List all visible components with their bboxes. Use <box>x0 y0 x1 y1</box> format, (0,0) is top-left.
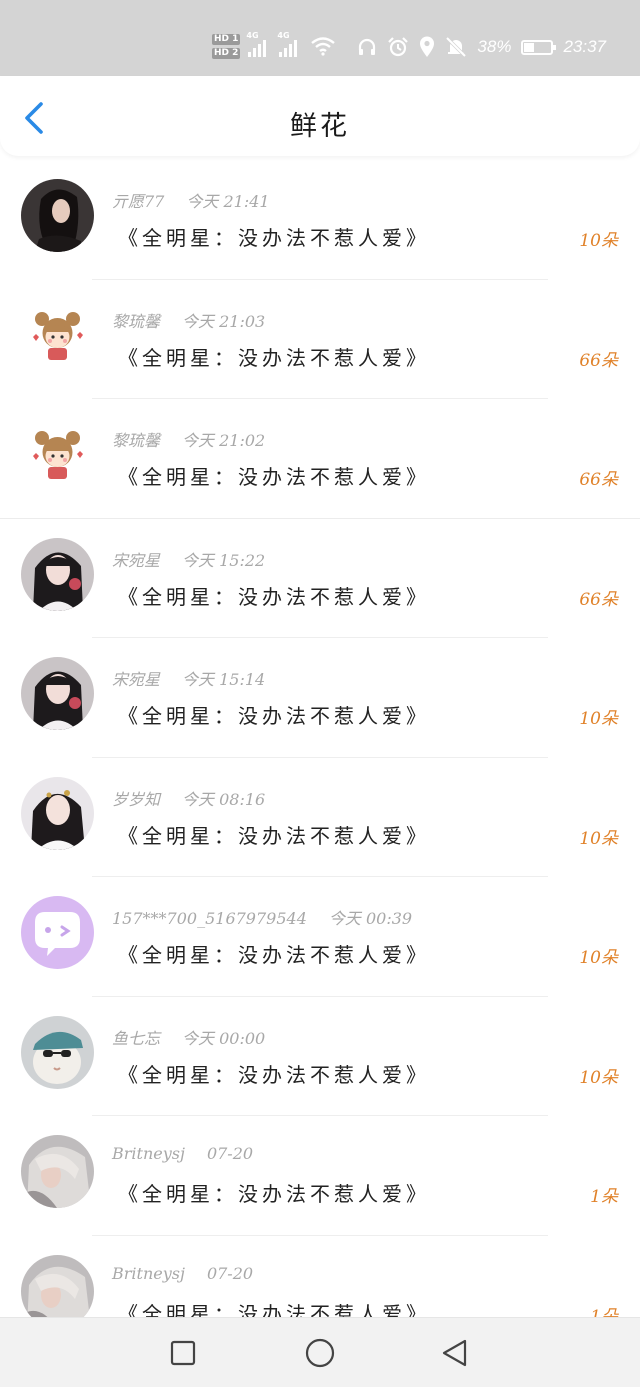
hd-badge-2: HD 2 <box>212 47 241 59</box>
flower-count: 10朵 <box>579 709 618 729</box>
status-bar: HD 1 HD 2 4G 4G 38% 23:37 <box>0 0 640 76</box>
gift-name: 《全明星：没办法不惹人爱》 <box>118 1062 430 1087</box>
gift-name: 《全明星：没办法不惹人爱》 <box>118 704 430 728</box>
user-name[interactable]: 宋宛星 <box>112 551 160 570</box>
gift-name: 《全明星：没办法不惹人爱》 <box>118 1182 430 1206</box>
avatar-cartoon-girl[interactable] <box>21 298 94 372</box>
item-meta: 黎琉馨 今天 21:02 <box>112 427 265 451</box>
list-item[interactable]: 黎琉馨 今天 21:03 《全明星：没办法不惹人爱》 66朵 <box>0 280 640 399</box>
item-meta: 宋宛星 今天 15:14 <box>112 666 265 690</box>
back-triangle-icon <box>442 1339 467 1367</box>
home-icon <box>305 1338 335 1368</box>
battery-fill <box>524 42 535 52</box>
page-title: 鲜花 <box>290 111 350 142</box>
flower-gift-list: 亓愿77 今天 21:41 《全明星：没办法不惹人爱》 10朵 黎琉馨 今天 21:… <box>0 160 640 1355</box>
timestamp: 今天 08:16 <box>182 789 266 809</box>
avatar-default-chat-avatar[interactable] <box>21 896 94 969</box>
list-item[interactable]: 黎琉馨 今天 21:02 《全明星：没办法不惹人爱》 66朵 <box>0 399 640 519</box>
gift-name: 《全明星：没办法不惹人爱》 <box>118 584 430 609</box>
user-name[interactable]: 157***700_5167979544 <box>112 909 307 928</box>
flower-count: 66朵 <box>579 350 618 371</box>
flower-count: 1朵 <box>590 1187 618 1207</box>
flower-count: 10朵 <box>579 828 618 849</box>
list-item[interactable]: 岁岁知 今天 08:16 《全明星：没办法不惹人爱》 10朵 <box>0 758 640 877</box>
user-name[interactable]: 亓愿77 <box>112 192 164 211</box>
avatar-dark-hair-portrait[interactable] <box>21 179 94 252</box>
system-nav-bar <box>0 1317 640 1387</box>
item-meta: 157***700_5167979544 今天 00:39 <box>112 905 412 929</box>
user-name[interactable]: 鱼七忘 <box>112 1029 160 1048</box>
avatar-girl-portrait[interactable] <box>21 657 94 730</box>
gift-name: 《全明星：没办法不惹人爱》 <box>118 345 430 370</box>
flower-count: 10朵 <box>579 231 618 251</box>
item-meta: Britneysj 07-20 <box>112 1144 253 1163</box>
list-item[interactable]: 鱼七忘 今天 00:00 《全明星：没办法不惹人爱》 10朵 <box>0 997 640 1116</box>
location-icon <box>420 36 435 57</box>
gift-name: 《全明星：没办法不惹人爱》 <box>118 226 430 250</box>
timestamp: 今天 21:03 <box>182 311 266 331</box>
flower-count: 10朵 <box>579 1067 618 1088</box>
timestamp: 今天 15:22 <box>182 550 266 570</box>
timestamp: 07-20 <box>206 1144 254 1163</box>
signal-tag-1: 4G <box>246 31 259 40</box>
hd-badges: HD 1 HD 2 <box>212 33 241 59</box>
list-item[interactable]: Britneysj 07-20 《全明星：没办法不惹人爱》 1朵 <box>0 1116 640 1236</box>
user-name[interactable]: 岁岁知 <box>112 790 160 809</box>
item-meta: Britneysj 07-20 <box>112 1264 253 1283</box>
item-meta: 岁岁知 今天 08:16 <box>112 786 265 810</box>
status-right: 38% 23:37 <box>357 34 606 60</box>
timestamp: 今天 00:39 <box>328 909 413 928</box>
timestamp: 今天 00:00 <box>182 1028 266 1048</box>
timestamp: 今天 21:02 <box>182 431 266 450</box>
avatar-silver-hair-portrait[interactable] <box>21 1135 94 1208</box>
item-meta: 黎琉馨 今天 21:03 <box>112 308 265 332</box>
home-button[interactable] <box>303 1336 337 1370</box>
recent-apps-button[interactable] <box>166 1336 200 1370</box>
avatar-cartoon-girl[interactable] <box>21 418 94 491</box>
avatar-cat-with-cap[interactable] <box>21 1015 94 1089</box>
header: 鲜花 <box>0 76 640 156</box>
signal-icon: 4G <box>246 31 271 57</box>
item-meta: 亓愿77 今天 21:41 <box>112 188 270 212</box>
avatar-hanfu-portrait[interactable] <box>21 776 94 850</box>
user-name[interactable]: 宋宛星 <box>112 670 160 689</box>
user-name[interactable]: Britneysj <box>112 1144 185 1163</box>
clock: 23:37 <box>563 37 606 56</box>
avatar-girl-portrait[interactable] <box>21 537 94 611</box>
gift-name: 《全明星：没办法不惹人爱》 <box>118 823 430 848</box>
signal-icon: 4G <box>277 31 302 57</box>
timestamp: 今天 15:14 <box>182 670 266 689</box>
gift-name: 《全明星：没办法不惹人爱》 <box>118 943 430 967</box>
item-meta: 鱼七忘 今天 00:00 <box>112 1025 265 1049</box>
list-item[interactable]: 157***700_5167979544 今天 00:39 《全明星：没办法不惹人… <box>0 877 640 997</box>
list-item[interactable]: 宋宛星 今天 15:22 《全明星：没办法不惹人爱》 66朵 <box>0 519 640 638</box>
alarm-icon <box>388 37 409 57</box>
flower-count: 66朵 <box>579 470 618 490</box>
headphones-icon <box>359 38 376 55</box>
list-item[interactable]: 宋宛星 今天 15:14 《全明星：没办法不惹人爱》 10朵 <box>0 638 640 758</box>
mute-bell-icon <box>446 36 467 58</box>
signal-tag-2: 4G <box>277 31 290 40</box>
battery-percent: 38% <box>477 37 512 56</box>
hd-badge-1: HD 1 <box>212 33 241 45</box>
flower-count: 10朵 <box>579 948 618 968</box>
status-left: HD 1 HD 2 4G 4G <box>212 26 336 66</box>
system-back-button[interactable] <box>438 1336 472 1370</box>
timestamp: 07-20 <box>206 1263 254 1283</box>
battery-icon <box>521 39 557 55</box>
recent-apps-icon <box>170 1340 196 1366</box>
flower-count: 66朵 <box>579 589 618 610</box>
list-item[interactable]: 亓愿77 今天 21:41 《全明星：没办法不惹人爱》 10朵 <box>0 160 640 280</box>
timestamp: 今天 21:41 <box>186 192 270 211</box>
wifi-icon <box>311 37 336 56</box>
item-meta: 宋宛星 今天 15:22 <box>112 547 265 571</box>
gift-name: 《全明星：没办法不惹人爱》 <box>118 465 430 489</box>
user-name[interactable]: 黎琉馨 <box>112 431 160 450</box>
user-name[interactable]: 黎琉馨 <box>112 312 160 331</box>
user-name[interactable]: Britneysj <box>112 1264 185 1283</box>
